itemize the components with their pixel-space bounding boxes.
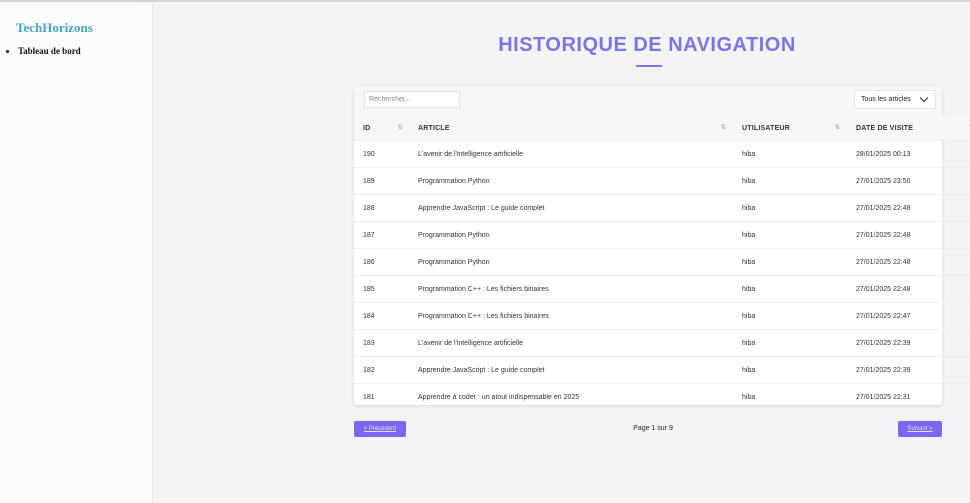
cell-date: 28/01/2025 00:13 <box>846 140 970 168</box>
cell-article: L'avenir de l'intelligence artificielle <box>409 140 732 168</box>
table-row[interactable]: 185 Programmation C++ : Les fichiers bina… <box>354 275 970 303</box>
title-underline <box>636 65 662 67</box>
column-header-label: ARTICLE <box>418 124 450 132</box>
cell-date: 27/01/2025 23:50 <box>846 167 970 195</box>
column-header-article[interactable]: ARTICLE ⇅ <box>409 116 732 141</box>
cell-id: 181 <box>363 393 375 401</box>
cell-article: L'avenir de l'intelligence artificielle <box>409 329 732 357</box>
table-row[interactable]: 182 Apprendre JavaScript : Le guide compl… <box>354 356 970 384</box>
cell-user: hiba <box>732 194 846 222</box>
bullet-icon <box>6 50 9 54</box>
cell-user: hiba <box>732 329 846 357</box>
article-filter-select[interactable]: Tous les articles <box>854 90 936 109</box>
cell-article: Programmation C++ : Les fichiers binaire… <box>409 275 732 303</box>
column-header-label: UTILISATEUR <box>742 124 790 132</box>
cell-id: 186 <box>354 248 409 276</box>
cell-id: 182 <box>354 356 409 384</box>
cell-date: 27/01/2025 22:31 <box>856 393 911 401</box>
cell-user: hiba <box>732 140 846 168</box>
cell-user: hiba <box>732 302 846 330</box>
cell-user: hiba <box>732 167 846 195</box>
cell-date: 27/01/2025 22:47 <box>846 302 970 330</box>
table-row[interactable]: 183 L'avenir de l'intelligence artificiel… <box>354 329 970 357</box>
previous-page-button[interactable]: « Précédent <box>354 421 406 437</box>
sort-icon[interactable]: ⇅ <box>835 125 840 131</box>
table-row[interactable]: 184 Programmation C++ : Les fichiers bina… <box>354 302 970 330</box>
table-row[interactable]: 187 Programmation Python hiba 27/01/2025 22… <box>354 221 970 249</box>
cell-article: Programmation Python <box>409 248 732 276</box>
sidebar-item-dashboard[interactable]: Tableau de bord <box>6 46 81 56</box>
cell-article: Apprendre à coder : un atout indispensab… <box>418 393 580 401</box>
cell-date: 27/01/2025 22:48 <box>846 248 970 276</box>
sidebar-item-label: Tableau de bord <box>18 46 81 56</box>
brand-logo-text[interactable]: TechHorizons <box>16 20 93 36</box>
history-table: ID ⇅ ARTICLE ⇅ UTILISATEUR ⇅ DATE DE VISITE… <box>354 116 970 410</box>
sort-icon[interactable]: ⇅ <box>721 125 726 131</box>
cell-date: 27/01/2025 22:39 <box>846 329 970 357</box>
column-header-label: ID <box>363 124 371 132</box>
table-header-row: ID ⇅ ARTICLE ⇅ UTILISATEUR ⇅ DATE DE VISITE… <box>354 116 970 141</box>
cell-user: hiba <box>732 248 846 276</box>
cell-date: 27/01/2025 22:48 <box>846 275 970 303</box>
table-toolbar: Tous les articles <box>354 86 942 116</box>
cell-user: hiba <box>742 393 756 401</box>
cell-id: 185 <box>354 275 409 303</box>
column-header-id[interactable]: ID ⇅ <box>354 116 409 141</box>
column-header-user[interactable]: UTILISATEUR ⇅ <box>732 116 846 141</box>
cell-article: Apprendre JavaScript : Le guide complet <box>409 356 732 384</box>
cell-date: 27/01/2025 22:39 <box>846 356 970 384</box>
cell-article: Apprendre JavaScript : Le guide complet <box>409 194 732 222</box>
filter-selected-value: Tous les articles <box>861 96 911 103</box>
column-header-label: DATE DE VISITE <box>856 124 914 132</box>
sort-icon[interactable]: ⇅ <box>398 125 403 131</box>
cell-id: 183 <box>354 329 409 357</box>
cell-user: hiba <box>732 275 846 303</box>
chevron-down-icon <box>919 93 929 103</box>
table-row[interactable]: 188 Apprendre JavaScript : Le guide compl… <box>354 194 970 222</box>
page-title: HISTORIQUE DE NAVIGATION <box>498 34 796 56</box>
table-row[interactable]: 189 Programmation Python hiba 27/01/2025 23… <box>354 167 970 195</box>
cell-id: 189 <box>354 167 409 195</box>
cell-date: 27/01/2025 22:48 <box>846 194 970 222</box>
next-page-button[interactable]: Suivant » <box>898 421 942 437</box>
table-row[interactable]: 186 Programmation Python hiba 27/01/2025 22… <box>354 248 970 276</box>
cell-id: 188 <box>354 194 409 222</box>
history-card: Tous les articles ID ⇅ ARTICLE ⇅ UTILISATE… <box>354 86 970 405</box>
cell-user: hiba <box>732 356 846 384</box>
cell-id: 190 <box>354 140 409 168</box>
table-row[interactable]: 181 Apprendre à coder : un atout indispen… <box>354 384 970 411</box>
cell-article: Programmation Python <box>409 167 732 195</box>
cell-id: 187 <box>354 221 409 249</box>
table-row[interactable]: 190 L'avenir de l'intelligence artificiel… <box>354 140 970 168</box>
column-header-date[interactable]: DATE DE VISITE⇅ <box>846 116 970 141</box>
cell-article: Programmation C++ : Les fichiers binaire… <box>409 302 732 330</box>
cell-id: 184 <box>354 302 409 330</box>
sidebar: TechHorizons Tableau de bord <box>0 2 153 503</box>
page-indicator: Page 1 sur 9 <box>633 425 673 432</box>
table-body: 190 L'avenir de l'intelligence artificiel… <box>354 140 970 411</box>
cell-article: Programmation Python <box>409 221 732 249</box>
cell-date: 27/01/2025 22:48 <box>846 221 970 249</box>
search-input[interactable] <box>364 91 460 108</box>
cell-user: hiba <box>732 221 846 249</box>
